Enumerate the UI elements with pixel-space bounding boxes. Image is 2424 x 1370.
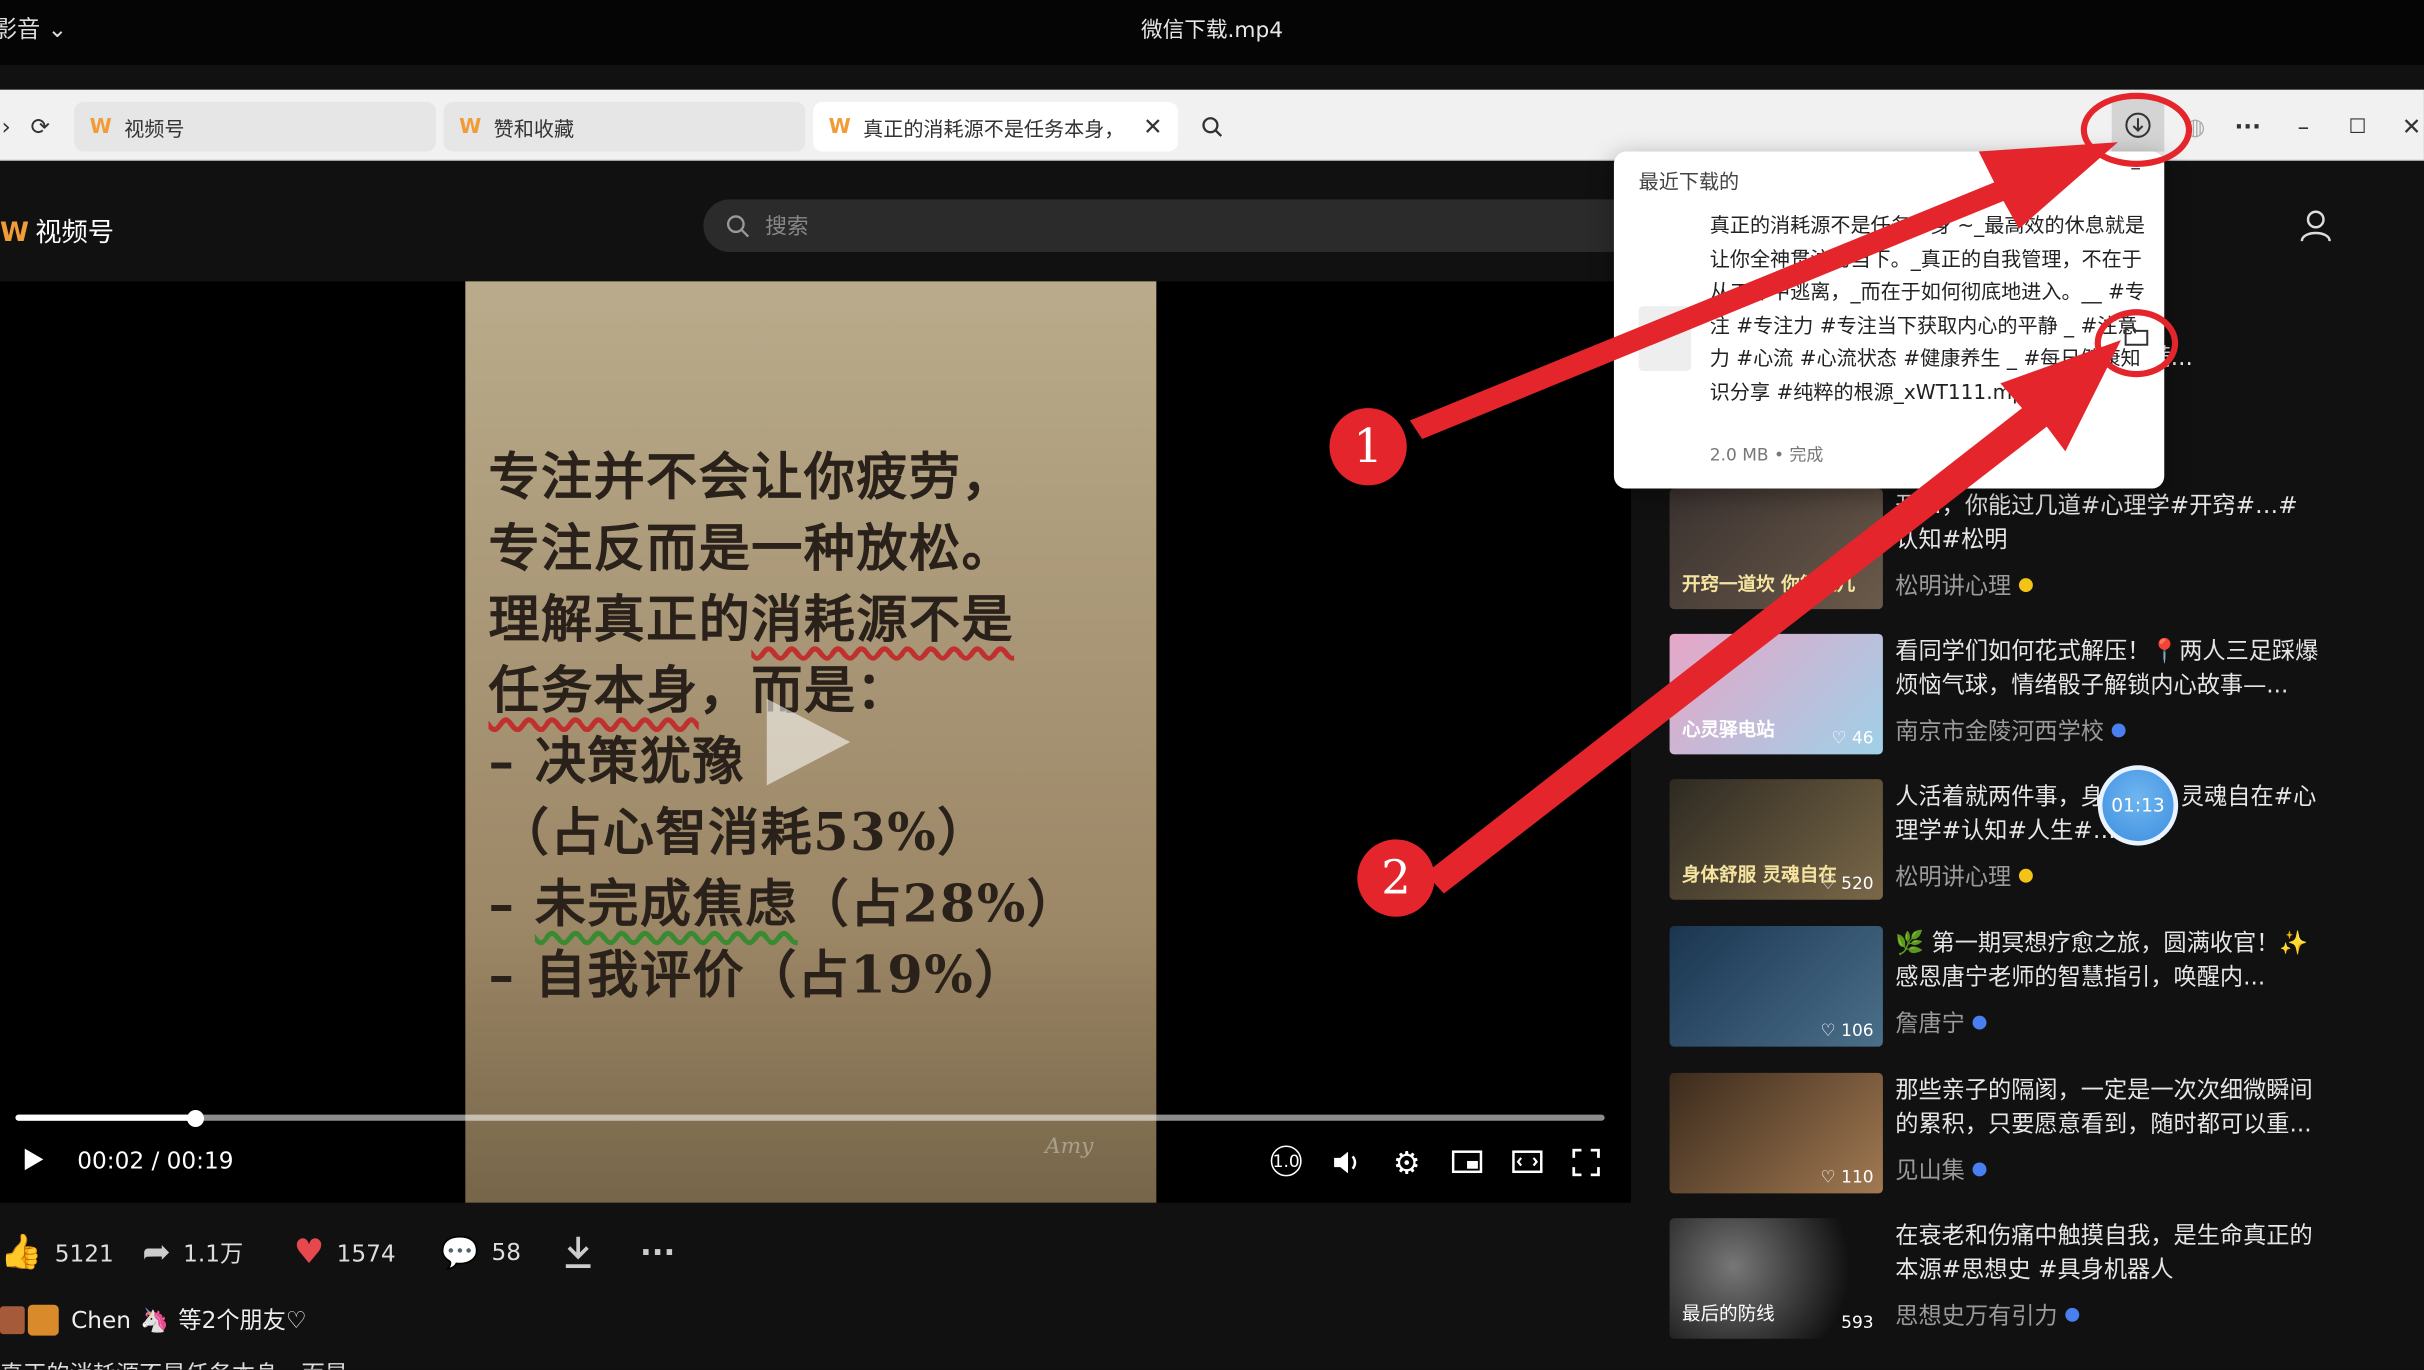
annotation-arrows	[1409, 142, 2121, 894]
annotation-number: 1	[1329, 408, 1407, 486]
annotation-circle	[2080, 92, 2193, 167]
annotation-number: 2	[1357, 839, 1435, 917]
annotation-circle	[2094, 309, 2179, 378]
